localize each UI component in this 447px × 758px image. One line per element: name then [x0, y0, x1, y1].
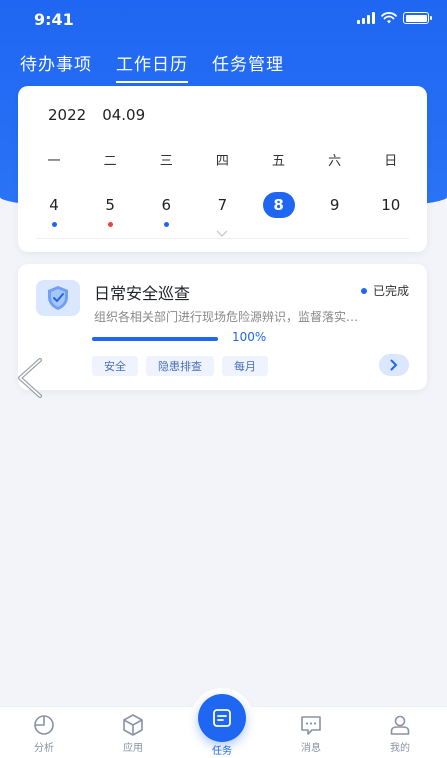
- event-dot: [51, 222, 57, 227]
- calendar-year: 2022: [48, 106, 87, 124]
- task-icon: [213, 709, 231, 727]
- calendar-day[interactable]: 10: [363, 192, 419, 226]
- nav-item-tasks[interactable]: [198, 694, 246, 742]
- chart-pie-icon: [34, 715, 54, 735]
- shield-icon: [36, 280, 80, 316]
- day-number: 6: [161, 196, 172, 214]
- weekday-header: 一 二 三 四 五 六 日: [26, 150, 419, 169]
- tag: 每月: [222, 356, 268, 376]
- weekday-label: 四: [215, 154, 229, 169]
- day-number: 4: [49, 196, 59, 214]
- weekday-label: 日: [384, 154, 398, 169]
- task-detail-button[interactable]: [379, 354, 409, 376]
- calendar-day-selected[interactable]: 8: [251, 192, 307, 226]
- status-icons: [357, 12, 432, 24]
- back-arrow-icon[interactable]: [16, 358, 44, 398]
- calendar-day[interactable]: 4: [26, 192, 82, 227]
- tab-task-management[interactable]: 任务管理: [212, 50, 284, 83]
- chevron-down-icon[interactable]: [216, 230, 228, 238]
- day-number: 8: [262, 192, 295, 218]
- calendar-week-row: 4 5 6 7 8 9 10: [26, 192, 419, 227]
- day-number: 9: [329, 196, 340, 214]
- event-dot: [163, 222, 169, 227]
- day-number: 10: [381, 196, 401, 214]
- calendar-card: 2022 04.09 一 二 三 四 五 六 日 4 5 6 7 8 9 10: [18, 86, 427, 252]
- calendar-month-title[interactable]: 2022 04.09: [48, 106, 161, 124]
- progress-bar: [92, 337, 218, 341]
- battery-icon: [403, 12, 432, 24]
- task-tags: 安全 隐患排查 每月: [92, 356, 268, 376]
- nav-label: 应用: [123, 743, 143, 754]
- day-number: 5: [105, 196, 115, 214]
- weekday-label: 一: [47, 154, 61, 169]
- calendar-date: 04.09: [102, 106, 146, 124]
- calendar-divider: [36, 238, 409, 239]
- task-card[interactable]: 日常安全巡查 已完成 组织各相关部门进行现场危险源辨识，监督落实… 100% 安…: [18, 264, 427, 390]
- tab-work-calendar[interactable]: 工作日历: [116, 50, 188, 83]
- progress-fill: [92, 337, 218, 341]
- calendar-day[interactable]: 5: [82, 192, 138, 227]
- signal-icon: [357, 12, 375, 24]
- nav-item-messages[interactable]: 消息: [281, 713, 341, 754]
- task-description: 组织各相关部门进行现场危险源辨识，监督落实…: [94, 310, 359, 324]
- nav-label: 消息: [301, 743, 321, 754]
- status-badge: 已完成: [360, 282, 409, 299]
- event-dot: [107, 222, 113, 227]
- nav-label-active: 任务: [212, 746, 232, 757]
- user-icon: [390, 715, 410, 735]
- task-title: 日常安全巡查: [94, 284, 191, 303]
- tag: 安全: [92, 356, 138, 376]
- cube-icon: [123, 714, 143, 736]
- weekday-label: 三: [159, 154, 173, 169]
- status-bar: 9:41: [0, 0, 447, 40]
- status-label: 已完成: [372, 284, 409, 298]
- progress-label: 100%: [232, 330, 267, 344]
- weekday-label: 二: [103, 154, 117, 169]
- day-number: 7: [217, 196, 228, 214]
- nav-label: 分析: [34, 743, 54, 754]
- wifi-icon: [381, 12, 397, 24]
- message-icon: [301, 716, 321, 735]
- nav-item-apps[interactable]: 应用: [103, 713, 163, 754]
- status-dot: [360, 287, 367, 294]
- chevron-right-icon: [390, 359, 398, 371]
- calendar-day[interactable]: 6: [138, 192, 194, 227]
- weekday-label: 六: [328, 154, 342, 169]
- tab-todo[interactable]: 待办事项: [20, 50, 92, 83]
- calendar-day[interactable]: 9: [307, 192, 363, 226]
- weekday-label: 五: [272, 154, 286, 169]
- nav-item-profile[interactable]: 我的: [370, 713, 430, 754]
- nav-item-analysis[interactable]: 分析: [14, 713, 74, 754]
- status-time: 9:41: [34, 10, 74, 29]
- tag: 隐患排查: [146, 356, 214, 376]
- top-tabs: 待办事项 工作日历 任务管理: [20, 50, 284, 83]
- calendar-day[interactable]: 7: [194, 192, 250, 226]
- nav-label: 我的: [390, 743, 410, 754]
